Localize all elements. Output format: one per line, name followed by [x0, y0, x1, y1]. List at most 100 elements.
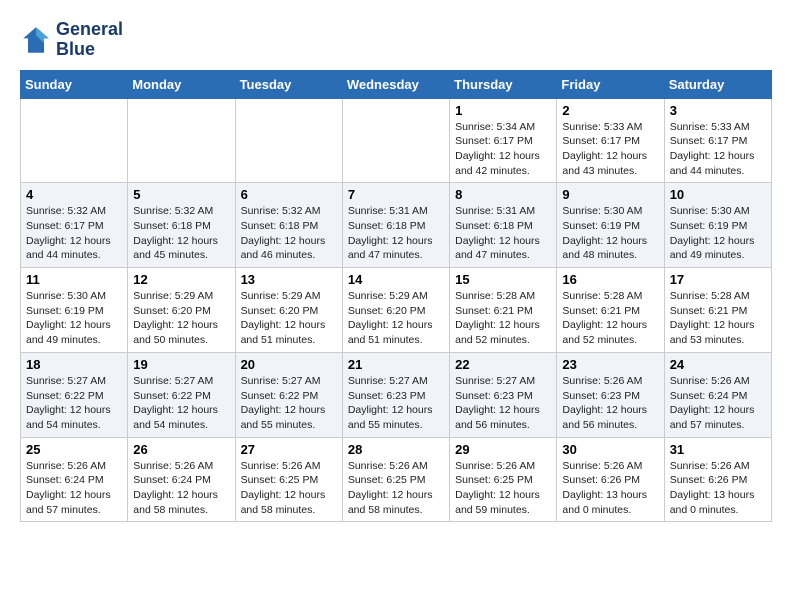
calendar-week-2: 4 Sunrise: 5:32 AM Sunset: 6:17 PM Daylig…: [21, 183, 772, 268]
day-number: 14: [348, 272, 444, 287]
calendar-cell: 18 Sunrise: 5:27 AM Sunset: 6:22 PM Dayli…: [21, 352, 128, 437]
day-info: Sunrise: 5:26 AM Sunset: 6:24 PM Dayligh…: [133, 459, 229, 518]
calendar-cell: 23 Sunrise: 5:26 AM Sunset: 6:23 PM Dayli…: [557, 352, 664, 437]
day-info: Sunrise: 5:32 AM Sunset: 6:17 PM Dayligh…: [26, 204, 122, 263]
weekday-header-thursday: Thursday: [450, 70, 557, 98]
calendar-cell: 28 Sunrise: 5:26 AM Sunset: 6:25 PM Dayli…: [342, 437, 449, 522]
day-number: 7: [348, 187, 444, 202]
day-info: Sunrise: 5:26 AM Sunset: 6:25 PM Dayligh…: [455, 459, 551, 518]
day-number: 9: [562, 187, 658, 202]
day-number: 24: [670, 357, 766, 372]
day-number: 30: [562, 442, 658, 457]
day-number: 22: [455, 357, 551, 372]
day-number: 28: [348, 442, 444, 457]
day-info: Sunrise: 5:33 AM Sunset: 6:17 PM Dayligh…: [670, 120, 766, 179]
day-info: Sunrise: 5:27 AM Sunset: 6:23 PM Dayligh…: [455, 374, 551, 433]
day-number: 25: [26, 442, 122, 457]
calendar-cell: 6 Sunrise: 5:32 AM Sunset: 6:18 PM Daylig…: [235, 183, 342, 268]
logo-icon: [20, 24, 52, 56]
day-info: Sunrise: 5:30 AM Sunset: 6:19 PM Dayligh…: [670, 204, 766, 263]
calendar-table: SundayMondayTuesdayWednesdayThursdayFrid…: [20, 70, 772, 523]
day-number: 15: [455, 272, 551, 287]
calendar-cell: 2Sunrise: 5:33 AM Sunset: 6:17 PM Daylig…: [557, 98, 664, 183]
day-info: Sunrise: 5:27 AM Sunset: 6:22 PM Dayligh…: [26, 374, 122, 433]
day-number: 16: [562, 272, 658, 287]
page-header: General Blue: [20, 20, 772, 60]
day-info: Sunrise: 5:28 AM Sunset: 6:21 PM Dayligh…: [455, 289, 551, 348]
day-number: 1: [455, 103, 551, 118]
calendar-cell: 21Sunrise: 5:27 AM Sunset: 6:23 PM Dayli…: [342, 352, 449, 437]
calendar-cell: [21, 98, 128, 183]
calendar-cell: 10Sunrise: 5:30 AM Sunset: 6:19 PM Dayli…: [664, 183, 771, 268]
day-info: Sunrise: 5:28 AM Sunset: 6:21 PM Dayligh…: [670, 289, 766, 348]
calendar-header: SundayMondayTuesdayWednesdayThursdayFrid…: [21, 70, 772, 98]
calendar-cell: 1 Sunrise: 5:34 AM Sunset: 6:17 PM Daylig…: [450, 98, 557, 183]
calendar-cell: 20Sunrise: 5:27 AM Sunset: 6:22 PM Dayli…: [235, 352, 342, 437]
weekday-header-wednesday: Wednesday: [342, 70, 449, 98]
calendar-cell: 29 Sunrise: 5:26 AM Sunset: 6:25 PM Dayli…: [450, 437, 557, 522]
logo-text: General Blue: [56, 20, 123, 60]
day-number: 6: [241, 187, 337, 202]
day-info: Sunrise: 5:31 AM Sunset: 6:18 PM Dayligh…: [348, 204, 444, 263]
day-info: Sunrise: 5:26 AM Sunset: 6:24 PM Dayligh…: [670, 374, 766, 433]
calendar-cell: 19 Sunrise: 5:27 AM Sunset: 6:22 PM Dayli…: [128, 352, 235, 437]
day-info: Sunrise: 5:26 AM Sunset: 6:25 PM Dayligh…: [241, 459, 337, 518]
day-info: Sunrise: 5:27 AM Sunset: 6:22 PM Dayligh…: [133, 374, 229, 433]
calendar-week-1: 1 Sunrise: 5:34 AM Sunset: 6:17 PM Daylig…: [21, 98, 772, 183]
day-number: 29: [455, 442, 551, 457]
day-info: Sunrise: 5:27 AM Sunset: 6:22 PM Dayligh…: [241, 374, 337, 433]
calendar-cell: 30 Sunrise: 5:26 AM Sunset: 6:26 PM Dayli…: [557, 437, 664, 522]
calendar-cell: 3 Sunrise: 5:33 AM Sunset: 6:17 PM Daylig…: [664, 98, 771, 183]
day-number: 4: [26, 187, 122, 202]
day-info: Sunrise: 5:34 AM Sunset: 6:17 PM Dayligh…: [455, 120, 551, 179]
day-number: 2: [562, 103, 658, 118]
day-info: Sunrise: 5:29 AM Sunset: 6:20 PM Dayligh…: [133, 289, 229, 348]
weekday-header-sunday: Sunday: [21, 70, 128, 98]
calendar-cell: 13 Sunrise: 5:29 AM Sunset: 6:20 PM Dayli…: [235, 268, 342, 353]
calendar-cell: 12Sunrise: 5:29 AM Sunset: 6:20 PM Dayli…: [128, 268, 235, 353]
day-info: Sunrise: 5:26 AM Sunset: 6:26 PM Dayligh…: [670, 459, 766, 518]
calendar-week-5: 25 Sunrise: 5:26 AM Sunset: 6:24 PM Dayli…: [21, 437, 772, 522]
day-info: Sunrise: 5:29 AM Sunset: 6:20 PM Dayligh…: [241, 289, 337, 348]
calendar-cell: [342, 98, 449, 183]
day-number: 26: [133, 442, 229, 457]
day-number: 18: [26, 357, 122, 372]
day-info: Sunrise: 5:31 AM Sunset: 6:18 PM Dayligh…: [455, 204, 551, 263]
day-info: Sunrise: 5:27 AM Sunset: 6:23 PM Dayligh…: [348, 374, 444, 433]
calendar-week-3: 11 Sunrise: 5:30 AM Sunset: 6:19 PM Dayli…: [21, 268, 772, 353]
day-number: 31: [670, 442, 766, 457]
calendar-cell: 7 Sunrise: 5:31 AM Sunset: 6:18 PM Daylig…: [342, 183, 449, 268]
calendar-cell: 22 Sunrise: 5:27 AM Sunset: 6:23 PM Dayli…: [450, 352, 557, 437]
calendar-cell: 26 Sunrise: 5:26 AM Sunset: 6:24 PM Dayli…: [128, 437, 235, 522]
calendar-cell: 15 Sunrise: 5:28 AM Sunset: 6:21 PM Dayli…: [450, 268, 557, 353]
calendar-cell: 11 Sunrise: 5:30 AM Sunset: 6:19 PM Dayli…: [21, 268, 128, 353]
day-info: Sunrise: 5:28 AM Sunset: 6:21 PM Dayligh…: [562, 289, 658, 348]
day-number: 5: [133, 187, 229, 202]
day-info: Sunrise: 5:26 AM Sunset: 6:24 PM Dayligh…: [26, 459, 122, 518]
day-info: Sunrise: 5:26 AM Sunset: 6:23 PM Dayligh…: [562, 374, 658, 433]
day-number: 13: [241, 272, 337, 287]
calendar-cell: 4 Sunrise: 5:32 AM Sunset: 6:17 PM Daylig…: [21, 183, 128, 268]
day-info: Sunrise: 5:26 AM Sunset: 6:25 PM Dayligh…: [348, 459, 444, 518]
calendar-cell: 14 Sunrise: 5:29 AM Sunset: 6:20 PM Dayli…: [342, 268, 449, 353]
weekday-header-saturday: Saturday: [664, 70, 771, 98]
calendar-cell: 17Sunrise: 5:28 AM Sunset: 6:21 PM Dayli…: [664, 268, 771, 353]
day-number: 8: [455, 187, 551, 202]
calendar-cell: 8 Sunrise: 5:31 AM Sunset: 6:18 PM Daylig…: [450, 183, 557, 268]
calendar-cell: 27Sunrise: 5:26 AM Sunset: 6:25 PM Dayli…: [235, 437, 342, 522]
calendar-cell: 31 Sunrise: 5:26 AM Sunset: 6:26 PM Dayli…: [664, 437, 771, 522]
calendar-cell: 9Sunrise: 5:30 AM Sunset: 6:19 PM Daylig…: [557, 183, 664, 268]
calendar-cell: [128, 98, 235, 183]
calendar-cell: [235, 98, 342, 183]
day-number: 11: [26, 272, 122, 287]
day-info: Sunrise: 5:26 AM Sunset: 6:26 PM Dayligh…: [562, 459, 658, 518]
day-info: Sunrise: 5:29 AM Sunset: 6:20 PM Dayligh…: [348, 289, 444, 348]
calendar-week-4: 18 Sunrise: 5:27 AM Sunset: 6:22 PM Dayli…: [21, 352, 772, 437]
day-number: 19: [133, 357, 229, 372]
day-number: 23: [562, 357, 658, 372]
day-info: Sunrise: 5:30 AM Sunset: 6:19 PM Dayligh…: [26, 289, 122, 348]
weekday-header-tuesday: Tuesday: [235, 70, 342, 98]
day-number: 3: [670, 103, 766, 118]
day-info: Sunrise: 5:32 AM Sunset: 6:18 PM Dayligh…: [241, 204, 337, 263]
weekday-header-monday: Monday: [128, 70, 235, 98]
